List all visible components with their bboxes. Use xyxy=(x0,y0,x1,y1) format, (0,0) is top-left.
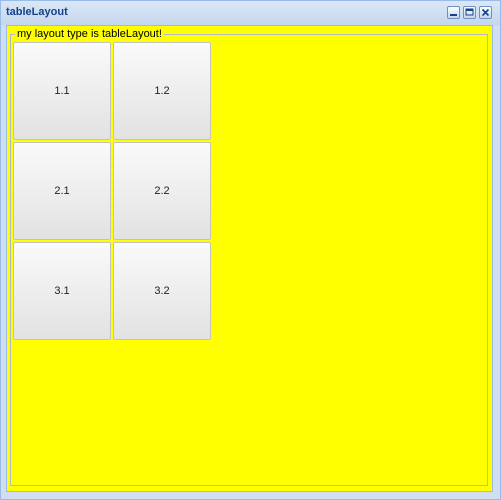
window: tableLayout my layout type is tableLayou… xyxy=(0,0,501,500)
minimize-icon[interactable] xyxy=(447,6,460,19)
cell-button-2-1[interactable]: 2.1 xyxy=(13,142,111,240)
cell-button-1-2[interactable]: 1.2 xyxy=(113,42,211,140)
close-icon[interactable] xyxy=(479,6,492,19)
maximize-icon[interactable] xyxy=(463,6,476,19)
cell-button-3-1[interactable]: 3.1 xyxy=(13,242,111,340)
cell-button-3-2[interactable]: 3.2 xyxy=(113,242,211,340)
cell-button-2-2[interactable]: 2.2 xyxy=(113,142,211,240)
cell-button-1-1[interactable]: 1.1 xyxy=(13,42,111,140)
window-body: my layout type is tableLayout! 1.1 1.2 2… xyxy=(6,25,493,492)
layout-fieldset: my layout type is tableLayout! 1.1 1.2 2… xyxy=(10,28,488,486)
fieldset-legend: my layout type is tableLayout! xyxy=(15,28,164,41)
window-title: tableLayout xyxy=(6,6,68,18)
window-titlebar[interactable]: tableLayout xyxy=(1,1,500,25)
